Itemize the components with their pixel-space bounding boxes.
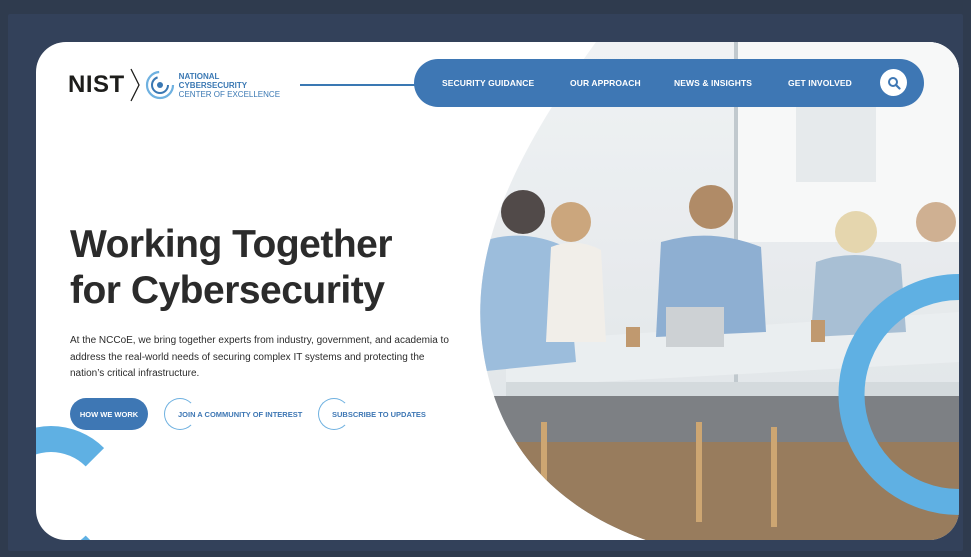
subscribe-button[interactable]: SUBSCRIBE TO UPDATES [318,398,426,430]
nccoe-name: NATIONAL CYBERSECURITY CENTER OF EXCELLE… [179,72,280,99]
logo-divider [130,68,140,102]
nav-get-involved[interactable]: GET INVOLVED [788,78,852,88]
subscribe-label: SUBSCRIBE TO UPDATES [332,409,426,419]
web-page: NIST NATIONAL CYBERSECURITY CENTER OF EX… [36,42,959,540]
logo-line-3: CENTER OF EXCELLENCE [178,89,281,99]
nav-our-approach[interactable]: OUR APPROACH [570,78,641,88]
hero-title-line-2: for Cybersecurity [70,269,385,312]
how-we-work-button[interactable]: HOW WE WORK [70,398,148,430]
logo-line-2: CYBERSECURITY [178,80,248,90]
main-nav: SECURITY GUIDANCE OUR APPROACH NEWS & IN… [414,59,924,107]
nav-security-guidance[interactable]: SECURITY GUIDANCE [442,78,534,88]
join-community-button[interactable]: JOIN A COMMUNITY OF INTEREST [164,398,303,430]
header-divider-line [300,84,420,86]
nav-news-insights[interactable]: NEWS & INSIGHTS [674,78,752,88]
hero-title-line-1: Working Together [70,223,393,266]
hero-description: At the NCCoE, we bring together experts … [70,335,449,379]
nist-wordmark: NIST [68,71,125,98]
search-icon [887,76,901,90]
nccoe-logo[interactable]: NIST NATIONAL CYBERSECURITY CENTER OF EX… [68,68,280,102]
hero-title: Working Together for Cybersecurity [70,222,490,314]
join-community-label: JOIN A COMMUNITY OF INTEREST [178,409,303,419]
nccoe-mark-icon [145,70,174,100]
search-button[interactable] [880,69,907,96]
logo-line-1: NATIONAL [178,71,220,81]
